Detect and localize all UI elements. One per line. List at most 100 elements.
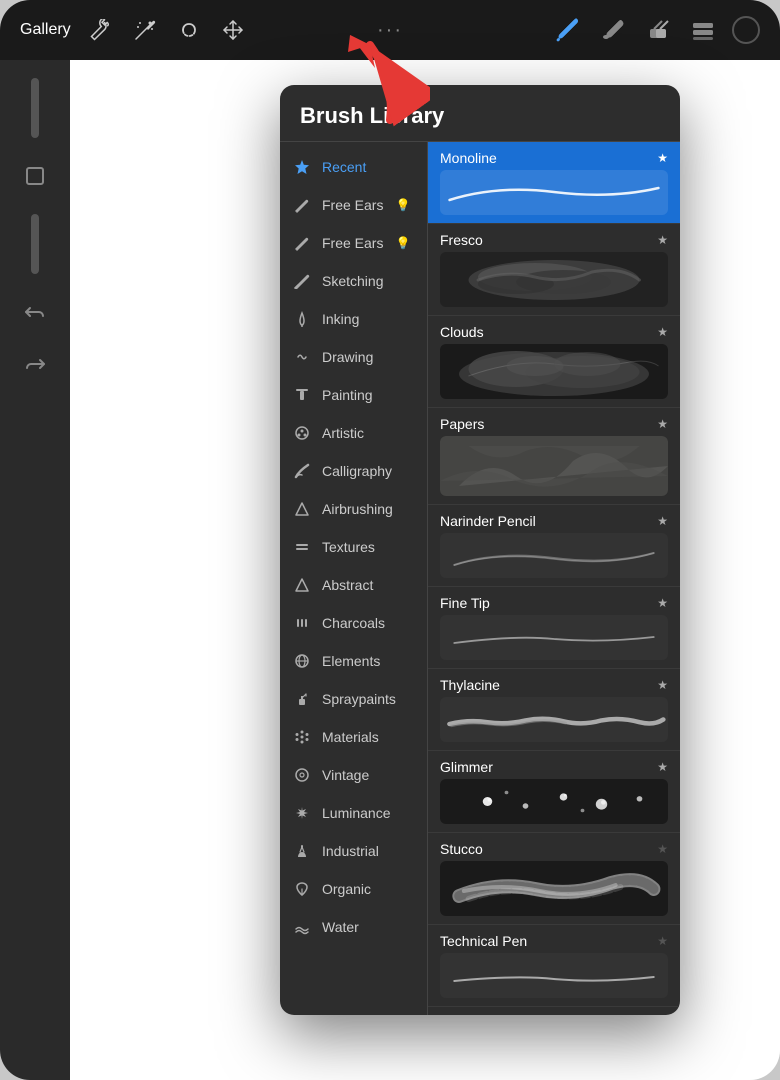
brush-library-title: Brush Library — [300, 103, 660, 129]
brush-item-fine-tip[interactable]: Fine Tip ★ — [428, 587, 680, 669]
category-item-recent[interactable]: Recent — [280, 148, 427, 186]
category-item-abstract[interactable]: Abstract — [280, 566, 427, 604]
star-fine-tip: ★ — [657, 596, 668, 610]
brush-preview-monoline — [440, 170, 668, 215]
brush-preview-clouds — [440, 344, 668, 399]
abstract-icon — [292, 575, 312, 595]
opacity-slider[interactable] — [31, 214, 39, 274]
materials-icon — [292, 727, 312, 747]
category-label-free-ears-1: Free Ears — [322, 197, 383, 213]
brush-name-stucco: Stucco — [440, 841, 483, 857]
top-bar-center: ··· — [377, 19, 403, 42]
brush-preview-fresco — [440, 252, 668, 307]
star-narinder: ★ — [657, 514, 668, 528]
category-item-textures[interactable]: Textures — [280, 528, 427, 566]
category-item-drawing[interactable]: Drawing — [280, 338, 427, 376]
top-bar-left: Gallery — [20, 16, 247, 44]
brush-item-clouds[interactable]: Clouds ★ — [428, 316, 680, 408]
brush-name-glimmer: Glimmer — [440, 759, 493, 775]
brush-item-thylacine-header: Thylacine ★ — [440, 677, 668, 693]
pen-icon-1 — [292, 195, 312, 215]
category-label-organic: Organic — [322, 881, 371, 897]
star-technical-pen: ★ — [657, 934, 668, 948]
smudge-tool-icon[interactable] — [596, 14, 628, 46]
category-item-spraypaints[interactable]: Spraypaints — [280, 680, 427, 718]
color-picker[interactable] — [732, 16, 760, 44]
category-item-vintage[interactable]: Vintage — [280, 756, 427, 794]
brush-preview-papers — [440, 436, 668, 496]
brush-item-fresco[interactable]: Fresco ★ — [428, 224, 680, 316]
category-item-airbrushing[interactable]: Airbrushing — [280, 490, 427, 528]
category-label-charcoals: Charcoals — [322, 615, 385, 631]
pen-icon-2 — [292, 233, 312, 253]
category-item-industrial[interactable]: Industrial — [280, 832, 427, 870]
category-item-organic[interactable]: Organic — [280, 870, 427, 908]
size-slider[interactable] — [31, 78, 39, 138]
brush-name-technical-pen: Technical Pen — [440, 933, 527, 949]
brush-item-airbrush[interactable]: Medium Hard Airbrush ★ — [428, 1007, 680, 1015]
category-label-water: Water — [322, 919, 359, 935]
category-item-free-ears-1[interactable]: Free Ears 💡 — [280, 186, 427, 224]
brush-item-stucco-header: Stucco ★ — [440, 841, 668, 857]
brush-item-technical-pen[interactable]: Technical Pen ★ — [428, 925, 680, 1007]
free-ears-1-badge: 💡 — [395, 198, 410, 212]
category-item-elements[interactable]: Elements — [280, 642, 427, 680]
category-label-calligraphy: Calligraphy — [322, 463, 392, 479]
undo-icon[interactable] — [13, 290, 57, 334]
wrench-icon[interactable] — [87, 16, 115, 44]
layers-icon[interactable] — [688, 16, 718, 44]
brush-item-monoline-header: Monoline ★ — [440, 150, 668, 166]
category-label-recent: Recent — [322, 159, 366, 175]
brush-name-papers: Papers — [440, 416, 484, 432]
inking-icon — [292, 309, 312, 329]
star-glimmer: ★ — [657, 760, 668, 774]
category-list[interactable]: Recent Free Ears 💡 — [280, 142, 428, 1015]
square-tool[interactable] — [13, 154, 57, 198]
painting-icon — [292, 385, 312, 405]
brush-item-monoline[interactable]: Monoline ★ — [428, 142, 680, 224]
category-label-luminance: Luminance — [322, 805, 391, 821]
brush-list[interactable]: Monoline ★ Fresco ★ — [428, 142, 680, 1015]
category-item-charcoals[interactable]: Charcoals — [280, 604, 427, 642]
brush-item-glimmer[interactable]: Glimmer ★ — [428, 751, 680, 833]
brush-item-stucco[interactable]: Stucco ★ — [428, 833, 680, 925]
category-label-vintage: Vintage — [322, 767, 369, 783]
eraser-tool-icon[interactable] — [642, 14, 674, 46]
elements-icon — [292, 651, 312, 671]
category-item-sketching[interactable]: Sketching — [280, 262, 427, 300]
brush-tool-icon[interactable] — [550, 14, 582, 46]
brush-item-thylacine[interactable]: Thylacine ★ — [428, 669, 680, 751]
category-item-water[interactable]: Water — [280, 908, 427, 946]
category-label-spraypaints: Spraypaints — [322, 691, 396, 707]
category-item-inking[interactable]: Inking — [280, 300, 427, 338]
brush-item-narinder[interactable]: Narinder Pencil ★ — [428, 505, 680, 587]
magic-wand-icon[interactable] — [131, 16, 159, 44]
category-label-elements: Elements — [322, 653, 380, 669]
category-label-materials: Materials — [322, 729, 379, 745]
category-item-materials[interactable]: Materials — [280, 718, 427, 756]
category-item-calligraphy[interactable]: Calligraphy — [280, 452, 427, 490]
brush-preview-stucco — [440, 861, 668, 916]
category-item-luminance[interactable]: Luminance — [280, 794, 427, 832]
brush-item-narinder-header: Narinder Pencil ★ — [440, 513, 668, 529]
star-thylacine: ★ — [657, 678, 668, 692]
gallery-button[interactable]: Gallery — [20, 21, 71, 39]
brush-item-papers[interactable]: Papers ★ — [428, 408, 680, 505]
brush-name-fine-tip: Fine Tip — [440, 595, 490, 611]
category-item-artistic[interactable]: Artistic — [280, 414, 427, 452]
redo-icon[interactable] — [13, 342, 57, 386]
brush-name-clouds: Clouds — [440, 324, 484, 340]
transform-icon[interactable] — [219, 16, 247, 44]
selection-icon[interactable] — [175, 16, 203, 44]
vintage-icon — [292, 765, 312, 785]
left-toolbar — [0, 60, 70, 1080]
category-label-textures: Textures — [322, 539, 375, 555]
brush-item-fresco-header: Fresco ★ — [440, 232, 668, 248]
water-icon — [292, 917, 312, 937]
category-label-artistic: Artistic — [322, 425, 364, 441]
category-item-free-ears-2[interactable]: Free Ears 💡 — [280, 224, 427, 262]
brush-preview-narinder — [440, 533, 668, 578]
category-item-painting[interactable]: Painting — [280, 376, 427, 414]
brush-library-panel: Brush Library Recent — [280, 85, 680, 1015]
calligraphy-icon — [292, 461, 312, 481]
